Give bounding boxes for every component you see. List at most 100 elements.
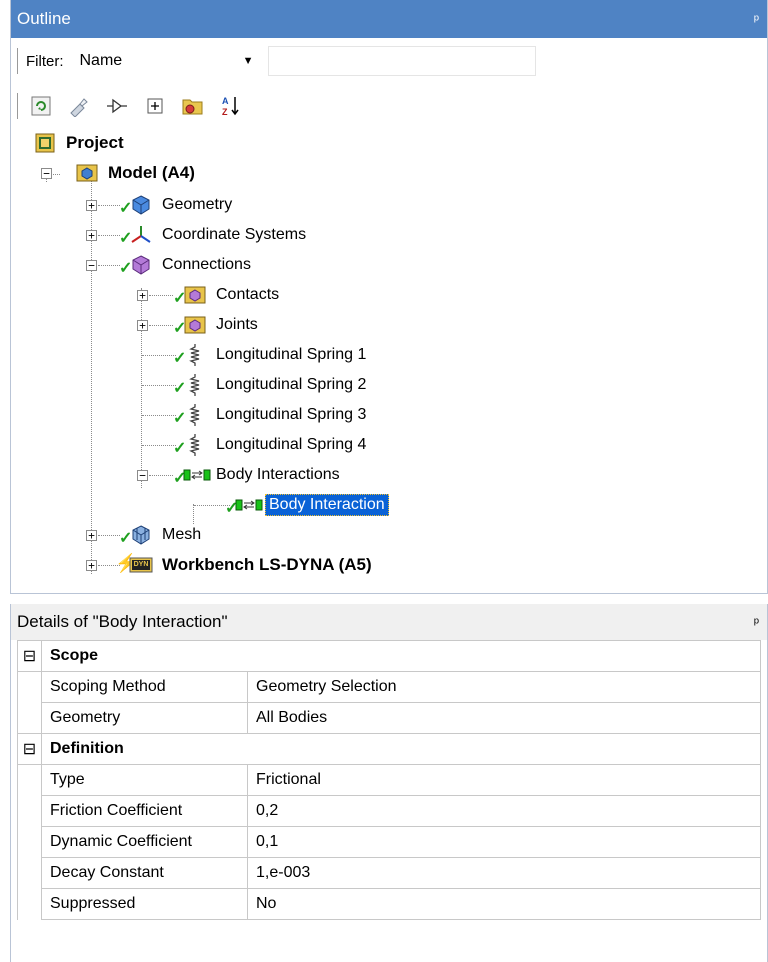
tree-node-body-interaction[interactable]: ✓ Body Interaction (225, 490, 389, 520)
tree-line (98, 235, 120, 236)
collapse-icon[interactable]: − (41, 168, 52, 179)
property-value[interactable]: Geometry Selection (247, 671, 761, 703)
tree-node-spring-4[interactable]: ✓ Longitudinal Spring 4 (173, 430, 369, 460)
expand-icon[interactable]: + (137, 290, 148, 301)
collapse-icon[interactable]: ⊟ (17, 733, 42, 765)
details-title-bar: Details of "Body Interaction" ᵖ (11, 604, 767, 640)
tree-node-model[interactable]: Model (A4) (75, 158, 198, 188)
table-row[interactable]: Type Frictional (17, 764, 761, 796)
tree-label: Longitudinal Spring 1 (216, 346, 367, 363)
property-label: Geometry (41, 702, 248, 734)
tree-label: Geometry (162, 196, 233, 213)
outline-toolbar: AZ (11, 84, 767, 128)
property-value[interactable]: 0,1 (247, 826, 761, 858)
tree-node-contacts[interactable]: ✓ Contacts (173, 280, 282, 310)
pin-icon[interactable]: ᵖ (754, 11, 759, 27)
spring-icon (183, 343, 207, 367)
tree-line (141, 288, 142, 488)
wand-icon[interactable] (64, 91, 94, 121)
tree-line (142, 355, 176, 356)
collapse-icon[interactable]: − (137, 470, 148, 481)
expand-icon[interactable]: + (86, 230, 97, 241)
tree-node-spring-1[interactable]: ✓ Longitudinal Spring 1 (173, 340, 369, 370)
property-label: Suppressed (41, 888, 248, 920)
tree-line (149, 325, 173, 326)
tree-line (98, 205, 120, 206)
filter-dropdown[interactable]: Name ▼ (73, 46, 260, 76)
filter-bar: Filter: Name ▼ (11, 38, 767, 84)
tree-label: Joints (216, 316, 258, 333)
pin-icon[interactable]: ᵖ (754, 614, 759, 630)
tree-node-lsdyna[interactable]: ⚡ DYN Workbench LS-DYNA (A5) (115, 550, 375, 580)
tree-node-coordinate-systems[interactable]: ✓ Coordinate Systems (119, 220, 309, 250)
tree-label: Contacts (216, 286, 280, 303)
body-interaction-icon (235, 493, 263, 517)
tree-node-spring-2[interactable]: ✓ Longitudinal Spring 2 (173, 370, 369, 400)
tree-label: Workbench LS-DYNA (A5) (162, 555, 372, 574)
table-row[interactable]: Friction Coefficient 0,2 (17, 795, 761, 827)
collapse-icon[interactable]: ⊟ (17, 640, 42, 672)
tree-line (142, 385, 176, 386)
tree-line (149, 295, 173, 296)
geometry-icon (129, 193, 153, 217)
property-label: Type (41, 764, 248, 796)
outline-title-bar: Outline ᵖ (11, 0, 767, 38)
tree-line (98, 265, 120, 266)
toolbar-grip[interactable] (17, 48, 20, 74)
tree-node-joints[interactable]: ✓ Joints (173, 310, 261, 340)
tree-node-project[interactable]: Project (33, 128, 127, 158)
tree-line (149, 475, 173, 476)
project-icon (33, 131, 57, 155)
spring-icon (183, 433, 207, 457)
tree-label: Longitudinal Spring 2 (216, 376, 367, 393)
svg-text:A: A (222, 96, 229, 106)
tree-node-spring-3[interactable]: ✓ Longitudinal Spring 3 (173, 400, 369, 430)
property-label: Dynamic Coefficient (41, 826, 248, 858)
model-icon (75, 161, 99, 185)
tree-label: Mesh (162, 526, 202, 543)
table-row[interactable]: Dynamic Coefficient 0,1 (17, 826, 761, 858)
section-scope[interactable]: ⊟ Scope (17, 640, 761, 672)
tree-label: Longitudinal Spring 3 (216, 406, 367, 423)
spring-icon (183, 403, 207, 427)
tree-label: Connections (162, 256, 251, 273)
property-value[interactable]: All Bodies (247, 702, 761, 734)
axes-icon (129, 223, 153, 247)
table-row[interactable]: Scoping Method Geometry Selection (17, 671, 761, 703)
expand-all-icon[interactable] (140, 91, 170, 121)
tree-node-mesh[interactable]: ✓ Mesh (119, 520, 204, 550)
sort-az-icon[interactable]: AZ (216, 91, 246, 121)
filter-search-input[interactable] (267, 46, 536, 76)
details-grid: ⊟ Scope Scoping Method Geometry Selectio… (17, 640, 761, 920)
folder-icon[interactable] (178, 91, 208, 121)
table-row[interactable]: Decay Constant 1,e-003 (17, 857, 761, 889)
table-row[interactable]: Geometry All Bodies (17, 702, 761, 734)
property-value[interactable]: No (247, 888, 761, 920)
expand-arrow-icon[interactable] (102, 91, 132, 121)
tree-label: Project (66, 133, 124, 152)
filter-label: Filter: (26, 52, 64, 70)
expand-icon[interactable]: + (86, 530, 97, 541)
body-interaction-icon (183, 463, 211, 487)
joints-folder-icon (183, 313, 207, 337)
property-label: Friction Coefficient (41, 795, 248, 827)
property-label: Scoping Method (41, 671, 248, 703)
table-row[interactable]: Suppressed No (17, 888, 761, 920)
expand-icon[interactable]: + (86, 560, 97, 571)
refresh-icon[interactable] (26, 91, 56, 121)
property-value[interactable]: 0,2 (247, 795, 761, 827)
filter-dropdown-value: Name (79, 52, 123, 69)
expand-icon[interactable]: + (137, 320, 148, 331)
property-value[interactable]: Frictional (247, 764, 761, 796)
toolbar-grip[interactable] (17, 93, 20, 119)
tree-node-connections[interactable]: ✓ Connections (119, 250, 254, 280)
tree-label-selected: Body Interaction (265, 494, 389, 516)
tree-node-geometry[interactable]: ✓ Geometry (119, 190, 235, 220)
property-value[interactable]: 1,e-003 (247, 857, 761, 889)
tree-node-body-interactions[interactable]: ✓ Body Interactions (173, 460, 343, 490)
outline-panel: Outline ᵖ Filter: Name ▼ AZ Project − Mo… (10, 0, 768, 594)
section-definition[interactable]: ⊟ Definition (17, 733, 761, 765)
expand-icon[interactable]: + (86, 200, 97, 211)
collapse-icon[interactable]: − (86, 260, 97, 271)
svg-text:Z: Z (222, 107, 228, 117)
